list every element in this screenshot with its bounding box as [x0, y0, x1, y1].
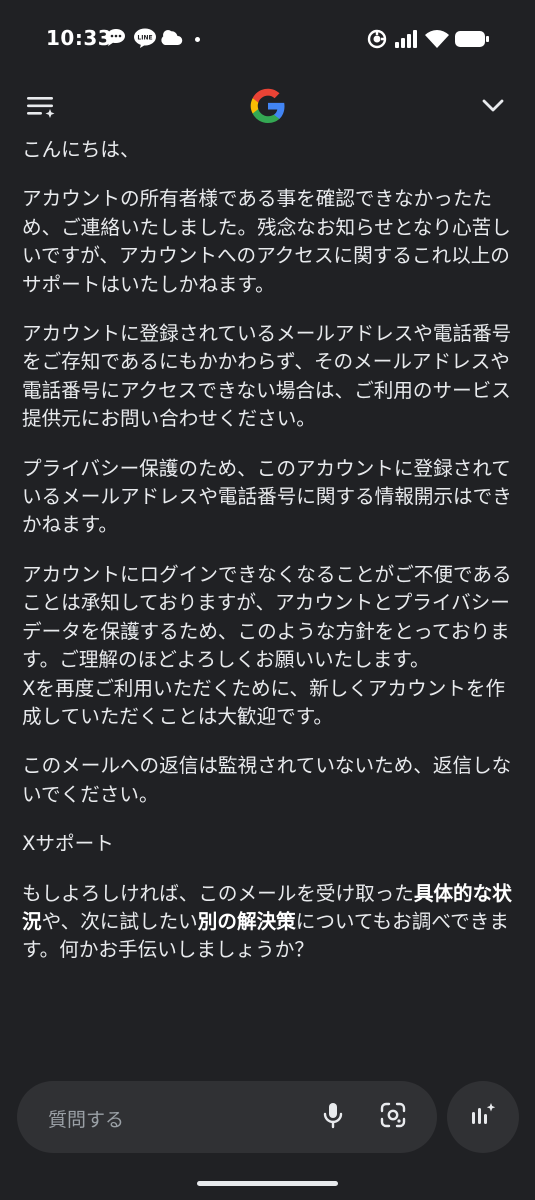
signal-icon: [394, 29, 418, 53]
paragraph-new-account: Xを再度ご利用いただくために、新しくアカウントを作成していただくことは大歓迎です…: [22, 676, 506, 728]
chat-history-button[interactable]: [23, 90, 59, 126]
voice-input-button[interactable]: [313, 1097, 353, 1137]
chevron-down-icon: [479, 96, 507, 120]
svg-text:LINE: LINE: [137, 35, 152, 42]
app-header: [0, 76, 535, 140]
gemini-screen: 10:33 LINE こんにちは、 アカウントの所有者様である事を確認できなかっ…: [0, 0, 535, 1200]
paragraph-contact-provider: アカウントに登録されているメールアドレスや電話番号をご存知であるにもかかわらず、…: [22, 322, 512, 431]
paragraph-privacy: プライバシー保護のため、このアカウントに登録されているメールアドレスや電話番号に…: [22, 456, 512, 537]
greeting: こんにちは、: [22, 138, 140, 161]
lens-button[interactable]: [373, 1097, 413, 1137]
status-bar: 10:33 LINE: [0, 0, 535, 76]
google-g-logo: [248, 86, 288, 126]
chat-history-icon: [25, 92, 57, 124]
line-app-icon: LINE: [133, 28, 157, 52]
status-time: 10:33: [46, 26, 113, 50]
cloud-icon: [160, 28, 184, 52]
prompt-placeholder: 質問する: [48, 1109, 125, 1131]
response-text: こんにちは、 アカウントの所有者様である事を確認できなかったため、ご連絡いたしま…: [22, 136, 514, 986]
bold-other-solution: 別の解決策: [197, 909, 296, 933]
mic-icon: [321, 1101, 345, 1133]
battery-icon: [454, 30, 490, 52]
paragraph-policy: アカウントにログインできなくなることがご不便であることは承知しておりますが、アカ…: [22, 562, 512, 672]
home-indicator[interactable]: [197, 1181, 338, 1186]
follow-up-question: もしよろしければ、このメールを受け取った具体的な状況や、次に試したい別の解決策に…: [22, 881, 512, 962]
collapse-button[interactable]: [475, 90, 511, 126]
google-lens-icon: [379, 1101, 407, 1133]
paragraph-account-verification: アカウントの所有者様である事を確認できなかったため、ご連絡いたしました。残念なお…: [22, 187, 511, 296]
prompt-input[interactable]: 質問する: [17, 1081, 437, 1153]
chat-bubble-icon: [105, 28, 127, 52]
paragraph-no-reply: このメールへの返信は監視されていないため、返信しないでください。: [22, 754, 512, 806]
gemini-live-button[interactable]: [447, 1081, 519, 1153]
signature: Xサポート: [22, 832, 114, 856]
vpn-icon: [367, 29, 387, 53]
gemini-live-icon: [468, 1100, 498, 1134]
wifi-icon: [424, 29, 450, 53]
notification-dot: [195, 37, 200, 42]
